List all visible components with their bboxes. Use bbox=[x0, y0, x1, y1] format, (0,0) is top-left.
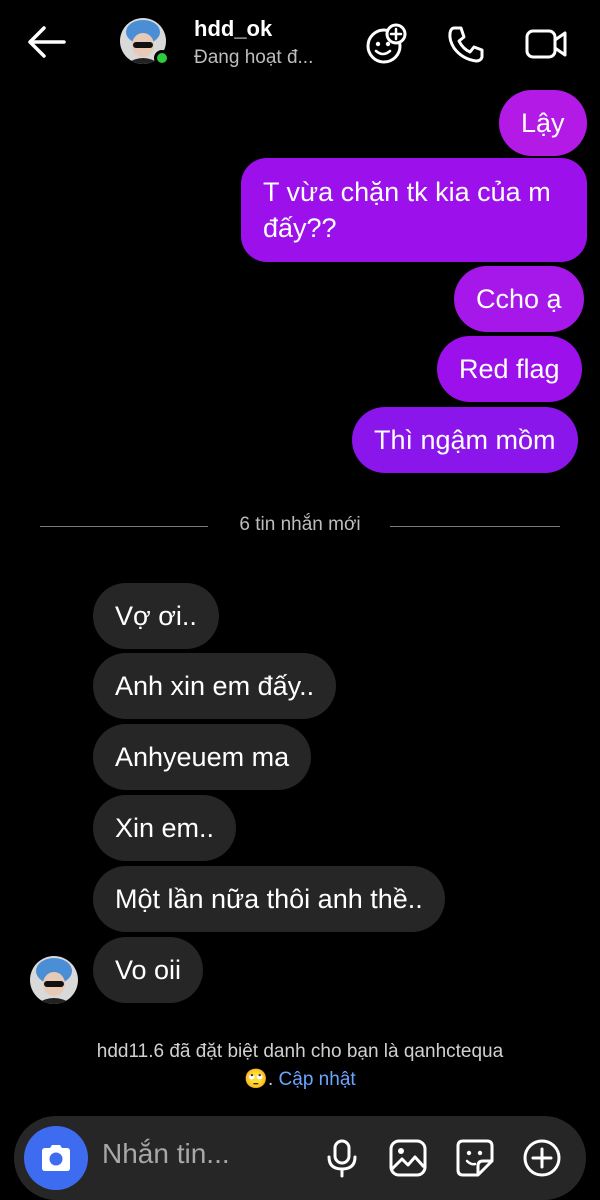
camera-button[interactable] bbox=[24, 1126, 88, 1190]
sent-message[interactable]: Thì ngậm mồm bbox=[352, 407, 578, 473]
received-message[interactable]: Anhyeuem ma bbox=[93, 724, 312, 790]
gallery-icon[interactable] bbox=[388, 1138, 428, 1178]
video-call-icon[interactable] bbox=[524, 22, 568, 66]
received-message[interactable]: Vợ ơi.. bbox=[93, 583, 219, 649]
received-message[interactable]: Anh xin em đấy.. bbox=[93, 653, 337, 719]
phone-call-icon[interactable] bbox=[444, 22, 488, 66]
notice-emoji: 🙄. bbox=[244, 1069, 274, 1090]
new-messages-divider: 6 tin nhắn mới bbox=[239, 514, 361, 535]
contact-name[interactable]: hdd_ok bbox=[194, 16, 272, 42]
chat-header: hdd_ok Đang hoạt đ... bbox=[0, 0, 600, 86]
microphone-icon[interactable] bbox=[322, 1138, 362, 1178]
sent-message[interactable]: Red flag bbox=[437, 336, 582, 402]
online-status-dot bbox=[154, 50, 170, 66]
add-icon[interactable] bbox=[522, 1138, 562, 1178]
sticker-add-icon[interactable] bbox=[364, 22, 408, 66]
message-composer: Nhắn tin... bbox=[14, 1116, 586, 1200]
sent-message[interactable]: Ccho ạ bbox=[454, 266, 584, 332]
nickname-notice: hdd11.6 đã đặt biệt danh cho bạn là qanh… bbox=[0, 1038, 600, 1094]
update-link[interactable]: Cập nhật bbox=[279, 1069, 356, 1090]
sent-message[interactable]: T vừa chặn tk kia của m đấy?? bbox=[241, 158, 587, 262]
received-message[interactable]: Xin em.. bbox=[93, 795, 237, 861]
sent-message[interactable]: Lậy bbox=[499, 90, 587, 156]
received-message[interactable]: Vo oii bbox=[93, 937, 204, 1003]
active-status: Đang hoạt đ... bbox=[194, 47, 314, 68]
notice-text: hdd11.6 đã đặt biệt danh cho bạn là qanh… bbox=[96, 1041, 504, 1062]
back-arrow-icon[interactable] bbox=[24, 22, 68, 62]
message-input[interactable]: Nhắn tin... bbox=[102, 1138, 230, 1170]
received-message[interactable]: Một lần nữa thôi anh thề.. bbox=[93, 866, 445, 932]
sender-avatar[interactable] bbox=[30, 956, 78, 1004]
sticker-icon[interactable] bbox=[455, 1138, 495, 1178]
camera-icon bbox=[42, 1145, 70, 1171]
contact-avatar[interactable] bbox=[120, 18, 170, 68]
